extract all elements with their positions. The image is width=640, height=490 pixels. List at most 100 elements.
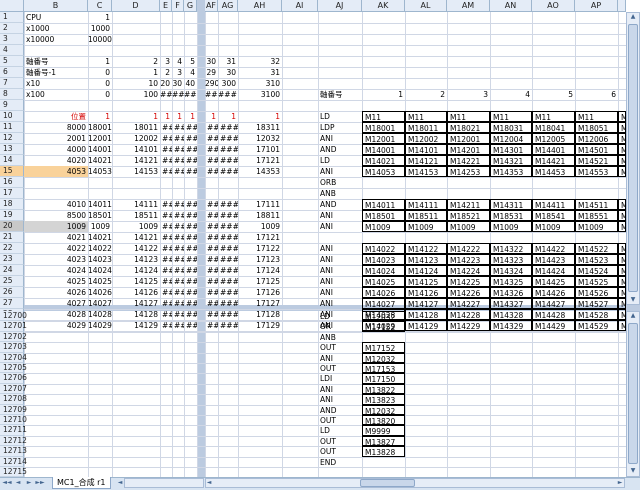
cell-ak26[interactable]: M14026	[362, 287, 405, 298]
cell-ap20[interactable]: M1009	[575, 221, 618, 232]
row-header-12714[interactable]: 12714	[0, 456, 27, 467]
cell-ak12704[interactable]: M12032	[362, 352, 405, 363]
row-header-27[interactable]: 27	[0, 298, 24, 309]
cell-aj12708[interactable]: ANI	[318, 394, 362, 404]
cell-aj12714[interactable]: END	[318, 457, 362, 467]
cell-ak12713[interactable]: M13828	[362, 446, 405, 457]
cell-d25[interactable]: 14125	[112, 276, 160, 287]
cell-ak18[interactable]: M14011	[362, 199, 405, 210]
cell-af19[interactable]: ###	[205, 210, 218, 221]
column-header-f[interactable]: F	[172, 0, 184, 12]
cell-ah13[interactable]: 17101	[238, 144, 282, 155]
cell-ao11[interactable]: M18041	[532, 122, 575, 133]
cell-ao29[interactable]: M14429	[532, 320, 575, 331]
cell-am8[interactable]: 3	[447, 89, 490, 100]
cell-e5[interactable]: 3	[160, 56, 172, 67]
cell-aj12712[interactable]: OUT	[318, 436, 362, 446]
cell-d23[interactable]: 14123	[112, 254, 160, 265]
cell-ag10[interactable]: 1	[218, 111, 238, 122]
cell-al23[interactable]: M14123	[405, 254, 447, 265]
cell-ak12710[interactable]: M13820	[362, 415, 405, 426]
cell-ag8[interactable]: ###	[218, 89, 238, 100]
cell-aq29[interactable]: M1	[618, 320, 626, 331]
cell-b15[interactable]: 4053	[24, 166, 88, 177]
cell-b1[interactable]: CPU	[24, 12, 88, 23]
cell-ap22[interactable]: M14522	[575, 243, 618, 254]
column-header-af[interactable]: AF	[205, 0, 218, 12]
cell-ah7[interactable]: 310	[238, 78, 282, 89]
cell-ao22[interactable]: M14422	[532, 243, 575, 254]
row-header-12701[interactable]: 12701	[0, 321, 27, 332]
cell-aj12707[interactable]: ANI	[318, 384, 362, 394]
scroll-down-arrow[interactable]: ▼	[627, 296, 639, 304]
cell-f10[interactable]: 1	[172, 111, 184, 122]
cell-an14[interactable]: M14321	[490, 155, 532, 166]
row-header-12702[interactable]: 12702	[0, 331, 27, 343]
row-header-12715[interactable]: 12715	[0, 467, 27, 478]
cell-ag14[interactable]: ###	[218, 155, 238, 166]
cell-ag5[interactable]: 31	[218, 56, 238, 67]
cell-am22[interactable]: M14222	[447, 243, 490, 254]
cell-an18[interactable]: M14311	[490, 199, 532, 210]
cell-c22[interactable]: 14022	[88, 243, 112, 254]
cell-b29[interactable]: 4029	[24, 320, 88, 331]
row-header-15[interactable]: 15	[0, 166, 24, 177]
cell-af25[interactable]: ###	[205, 276, 218, 287]
cell-g6[interactable]: 4	[184, 67, 197, 78]
cell-aj20[interactable]: ANI	[318, 221, 362, 232]
cell-ah10[interactable]: 1	[238, 111, 282, 122]
cell-c28[interactable]: 14028	[88, 309, 112, 320]
cell-al22[interactable]: M14122	[405, 243, 447, 254]
cell-ap13[interactable]: M14501	[575, 144, 618, 155]
cell-g12[interactable]: ##	[184, 133, 197, 144]
row-header-12711[interactable]: 12711	[0, 425, 27, 436]
cell-aj10[interactable]: LD	[318, 111, 362, 122]
cell-b14[interactable]: 4020	[24, 155, 88, 166]
cell-al11[interactable]: M18011	[405, 122, 447, 133]
cell-e19[interactable]: ##	[160, 210, 172, 221]
cell-f24[interactable]: ##	[172, 265, 184, 276]
cell-g25[interactable]: ##	[184, 276, 197, 287]
cell-an26[interactable]: M14326	[490, 287, 532, 298]
row-header-5[interactable]: 5	[0, 56, 24, 67]
cell-ap18[interactable]: M14511	[575, 199, 618, 210]
cell-ag18[interactable]: ###	[218, 199, 238, 210]
cell-aq27[interactable]: M1	[618, 298, 626, 309]
cell-aq13[interactable]: M1	[618, 144, 626, 155]
cell-aj12[interactable]: ANI	[318, 133, 362, 144]
cell-f12[interactable]: ##	[172, 133, 184, 144]
column-header-al[interactable]: AL	[405, 0, 447, 12]
cell-g28[interactable]: ##	[184, 309, 197, 320]
cell-b21[interactable]: 4021	[24, 232, 88, 243]
cell-am26[interactable]: M14226	[447, 287, 490, 298]
cell-ag29[interactable]: ###	[218, 320, 238, 331]
cell-ao23[interactable]: M14423	[532, 254, 575, 265]
cell-g18[interactable]: ##	[184, 199, 197, 210]
cell-aj26[interactable]: ANI	[318, 287, 362, 298]
cell-aj19[interactable]: ANI	[318, 210, 362, 221]
cell-c20[interactable]: 1009	[88, 221, 112, 232]
cell-e27[interactable]: ##	[160, 298, 172, 309]
cell-g14[interactable]: ##	[184, 155, 197, 166]
cell-ak14[interactable]: M14021	[362, 155, 405, 166]
cell-aq22[interactable]: M1	[618, 243, 626, 254]
row-header-12706[interactable]: 12706	[0, 373, 27, 384]
row-header-12703[interactable]: 12703	[0, 342, 27, 353]
cell-ag28[interactable]: ###	[218, 309, 238, 320]
cell-b13[interactable]: 4000	[24, 144, 88, 155]
cell-al10[interactable]: M11	[405, 111, 447, 122]
cell-ao20[interactable]: M1009	[532, 221, 575, 232]
cell-an23[interactable]: M14323	[490, 254, 532, 265]
cell-b12[interactable]: 2001	[24, 133, 88, 144]
cell-ak23[interactable]: M14023	[362, 254, 405, 265]
row-header-2[interactable]: 2	[0, 23, 24, 34]
cell-f25[interactable]: ##	[172, 276, 184, 287]
cell-aq24[interactable]: M1	[618, 265, 626, 276]
horizontal-scrollbar-left[interactable]	[124, 478, 204, 488]
cell-f21[interactable]: ##	[172, 232, 184, 243]
row-header-16[interactable]: 16	[0, 177, 24, 188]
row-header-17[interactable]: 17	[0, 188, 24, 199]
cell-d21[interactable]: 14121	[112, 232, 160, 243]
cell-c26[interactable]: 14026	[88, 287, 112, 298]
cell-f6[interactable]: 3	[172, 67, 184, 78]
